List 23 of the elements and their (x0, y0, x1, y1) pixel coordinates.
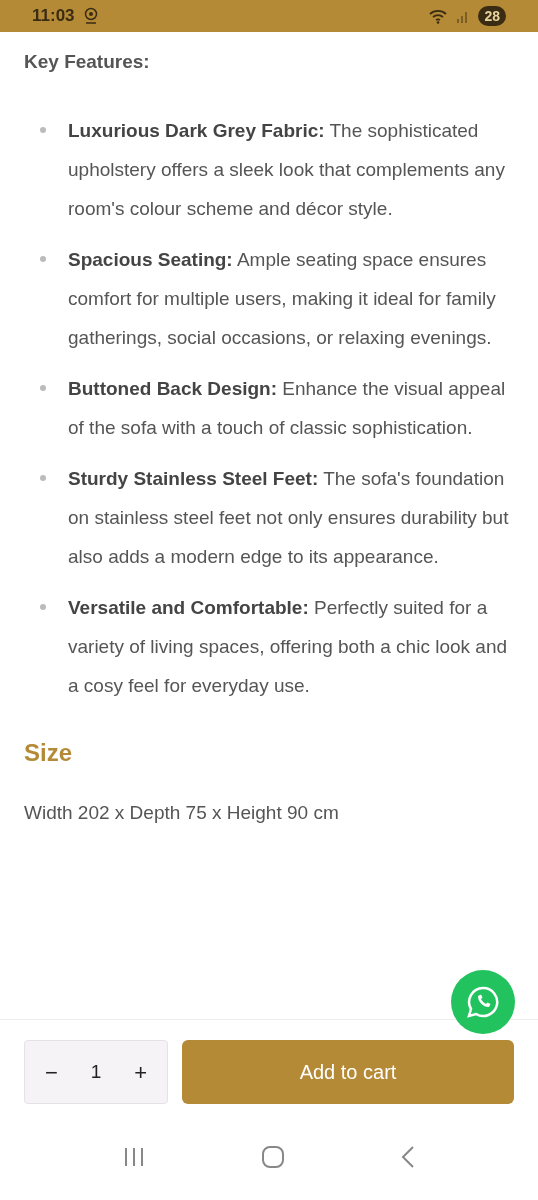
home-icon[interactable] (261, 1145, 285, 1169)
dimensions-text: Width 202 x Depth 75 x Height 90 cm (24, 800, 340, 825)
feature-text: Spacious Seating: Ample seating space ensures comfort for multiple users, making it ideal for family gatherings, social occasions, or relaxing evenings. (68, 247, 497, 350)
section-heading: Key Features: (24, 50, 151, 74)
decrement-button[interactable]: − (41, 1055, 62, 1089)
bullet-icon (40, 603, 46, 610)
size-heading: Size (24, 737, 74, 768)
increment-button[interactable]: + (130, 1055, 151, 1089)
chat-bubble-icon (466, 985, 500, 1019)
back-icon[interactable] (400, 1145, 417, 1169)
feature-text: Buttoned Back Design: Enhance the visual appeal of the sofa with a touch of classic sophistication. (68, 376, 507, 440)
feature-text: Versatile and Comfortable: Perfectly suited for a variety of living spaces, offering both a chic look and a cosy feel for everyday use. (68, 595, 508, 698)
bullet-icon (40, 474, 46, 481)
camera-icon (82, 7, 99, 25)
quantity-value: 1 (90, 1059, 102, 1084)
feature-text: Sturdy Stainless Steel Feet: The sofa's foundation on stainless steel feet not only ensures durability but also adds a modern edge to its appearance. (68, 466, 510, 569)
wifi-icon (428, 8, 449, 24)
status-time: 11:03 (32, 5, 75, 28)
feature-text: Luxurious Dark Grey Fabric: The sophisticated upholstery offers a sleek look that complements any room's colour scheme and décor style. (68, 118, 506, 221)
battery-indicator: 28 (478, 6, 506, 26)
bullet-icon (40, 255, 46, 262)
bullet-icon (40, 384, 46, 391)
bullet-icon (40, 126, 46, 133)
